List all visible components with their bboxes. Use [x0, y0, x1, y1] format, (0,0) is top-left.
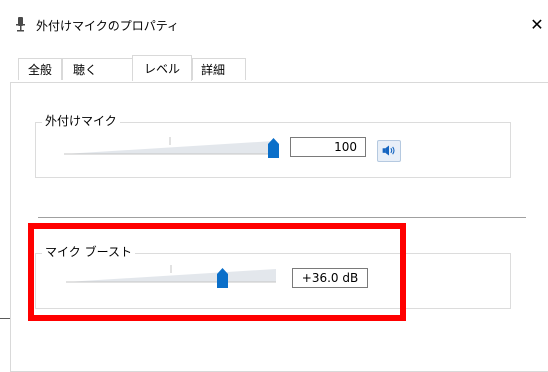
- microphone-icon: [16, 17, 25, 32]
- speaker-icon: [382, 145, 395, 156]
- tab-general[interactable]: 全般: [18, 58, 62, 80]
- highlight-rectangle: [28, 223, 406, 321]
- microphone-level-slider-thumb[interactable]: [268, 138, 279, 158]
- microphone-level-value[interactable]: 100: [290, 137, 366, 157]
- microphone-level-label: 外付けマイク: [42, 114, 120, 128]
- tab-levels[interactable]: レベル: [132, 55, 192, 81]
- tab-levels-label: レベル: [143, 62, 180, 76]
- properties-dialog: 外付けマイクのプロパティ ✕ 全般 聴く レベル 詳細 外付けマイク 100 マ…: [0, 0, 548, 372]
- tab-general-label: 全般: [27, 63, 52, 77]
- mute-toggle-button[interactable]: [377, 140, 401, 162]
- microphone-level-slider[interactable]: [64, 137, 280, 157]
- section-separator: [38, 217, 526, 218]
- tab-listen[interactable]: 聴く: [62, 58, 139, 80]
- tab-advanced[interactable]: 詳細: [192, 58, 246, 80]
- title-bar: 外付けマイクのプロパティ ✕: [0, 0, 548, 42]
- window-title: 外付けマイクのプロパティ: [36, 19, 180, 33]
- close-icon: ✕: [530, 15, 544, 34]
- close-button[interactable]: ✕: [526, 14, 548, 36]
- tab-listen-label: 聴く: [73, 63, 98, 77]
- tab-advanced-label: 詳細: [201, 63, 226, 77]
